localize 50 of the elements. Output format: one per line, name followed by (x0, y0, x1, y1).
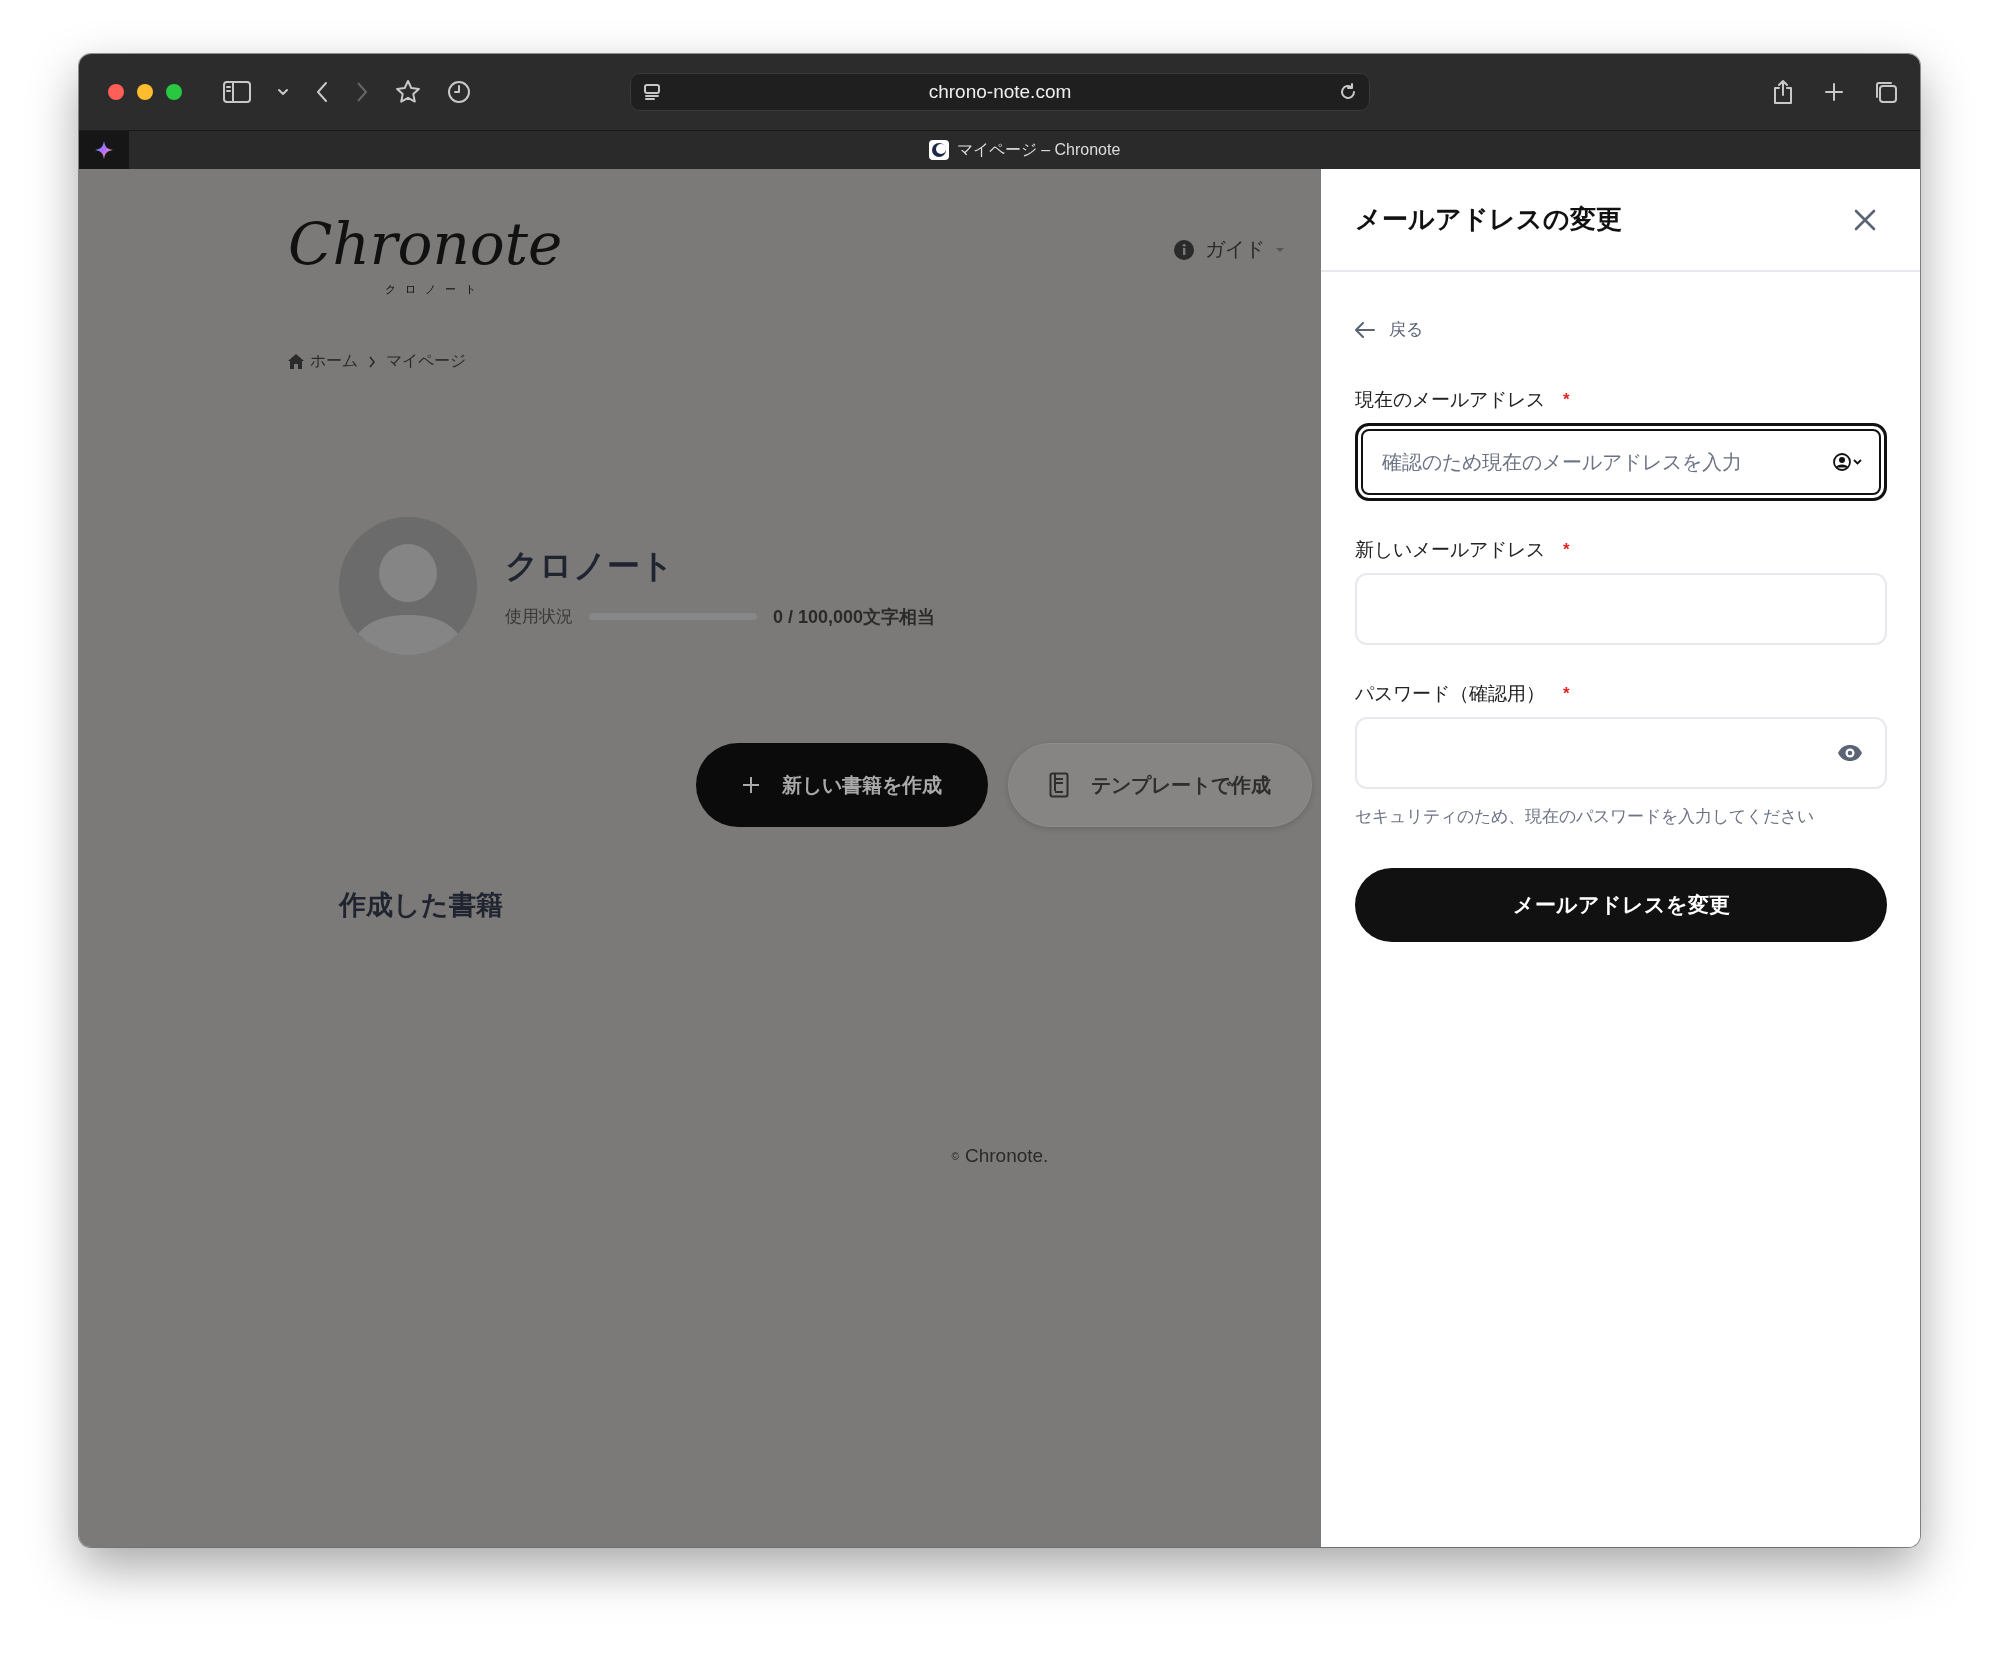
create-book-button[interactable]: 新しい書籍を作成 (696, 743, 988, 827)
close-window-button[interactable] (108, 84, 124, 100)
sparkle-icon[interactable] (95, 141, 113, 159)
tabs-overview-icon[interactable] (1874, 80, 1898, 104)
zoom-window-button[interactable] (166, 84, 182, 100)
footer-copyright: © Chronote. (950, 1145, 1050, 1167)
minimize-window-button[interactable] (137, 84, 153, 100)
password-field[interactable] (1355, 717, 1887, 789)
back-icon[interactable] (315, 81, 329, 103)
star-icon[interactable] (395, 79, 421, 105)
history-icon[interactable] (447, 80, 471, 104)
template-button[interactable]: テンプレートで作成 (1008, 743, 1312, 827)
back-link[interactable]: 戻る (1355, 318, 1423, 341)
required-mark: * (1563, 684, 1570, 704)
new-tab-icon[interactable] (1824, 82, 1844, 102)
share-icon[interactable] (1772, 79, 1794, 105)
required-mark: * (1563, 390, 1570, 410)
email-field[interactable]: 確認のため現在のメールアドレスを入力 (1355, 423, 1887, 501)
usage-count: 0 / 100,000文字相当 (773, 605, 936, 629)
breadcrumb-link[interactable]: ホーム (310, 351, 358, 372)
book-icon (1049, 772, 1069, 798)
field-label: 現在のメールアドレス (1355, 388, 1545, 412)
caret-icon (1275, 246, 1285, 253)
user-name: クロノート (505, 545, 675, 586)
page-menu-icon[interactable] (643, 83, 661, 101)
home-icon (288, 354, 304, 369)
browser-tab[interactable]: マイページ – Chronote (129, 131, 1920, 169)
chevron-down-icon[interactable] (277, 88, 289, 96)
favicon-icon (928, 140, 949, 160)
plus-icon (742, 776, 760, 794)
submit-button[interactable]: メールアドレスを変更 (1355, 868, 1887, 942)
show-password-button[interactable] (1837, 744, 1863, 762)
usage-label: 使用状況 (505, 606, 573, 628)
guide-menu[interactable]: ガイド (1173, 236, 1285, 263)
section-title: 作成した書籍 (339, 889, 504, 922)
sidebar-icon[interactable] (223, 81, 251, 103)
address-bar[interactable]: chrono-note.com (630, 73, 1370, 111)
info-icon (1173, 238, 1195, 261)
panel-title: メールアドレスの変更 (1355, 203, 1622, 236)
field-label: パスワード（確認用） (1355, 682, 1545, 706)
forward-icon (355, 81, 369, 103)
chevron-right-icon (368, 355, 376, 368)
breadcrumb-current: マイページ (386, 351, 466, 371)
contact-autofill-icon[interactable] (1833, 452, 1863, 472)
logo[interactable]: Chronote クロノート (284, 206, 577, 301)
arrow-left-icon (1355, 321, 1375, 338)
help-text: セキュリティのため、現在のパスワードを入力してください (1355, 806, 1815, 828)
reload-icon[interactable] (1339, 83, 1357, 101)
field-label: 新しいメールアドレス (1355, 538, 1545, 562)
required-mark: * (1563, 540, 1570, 560)
